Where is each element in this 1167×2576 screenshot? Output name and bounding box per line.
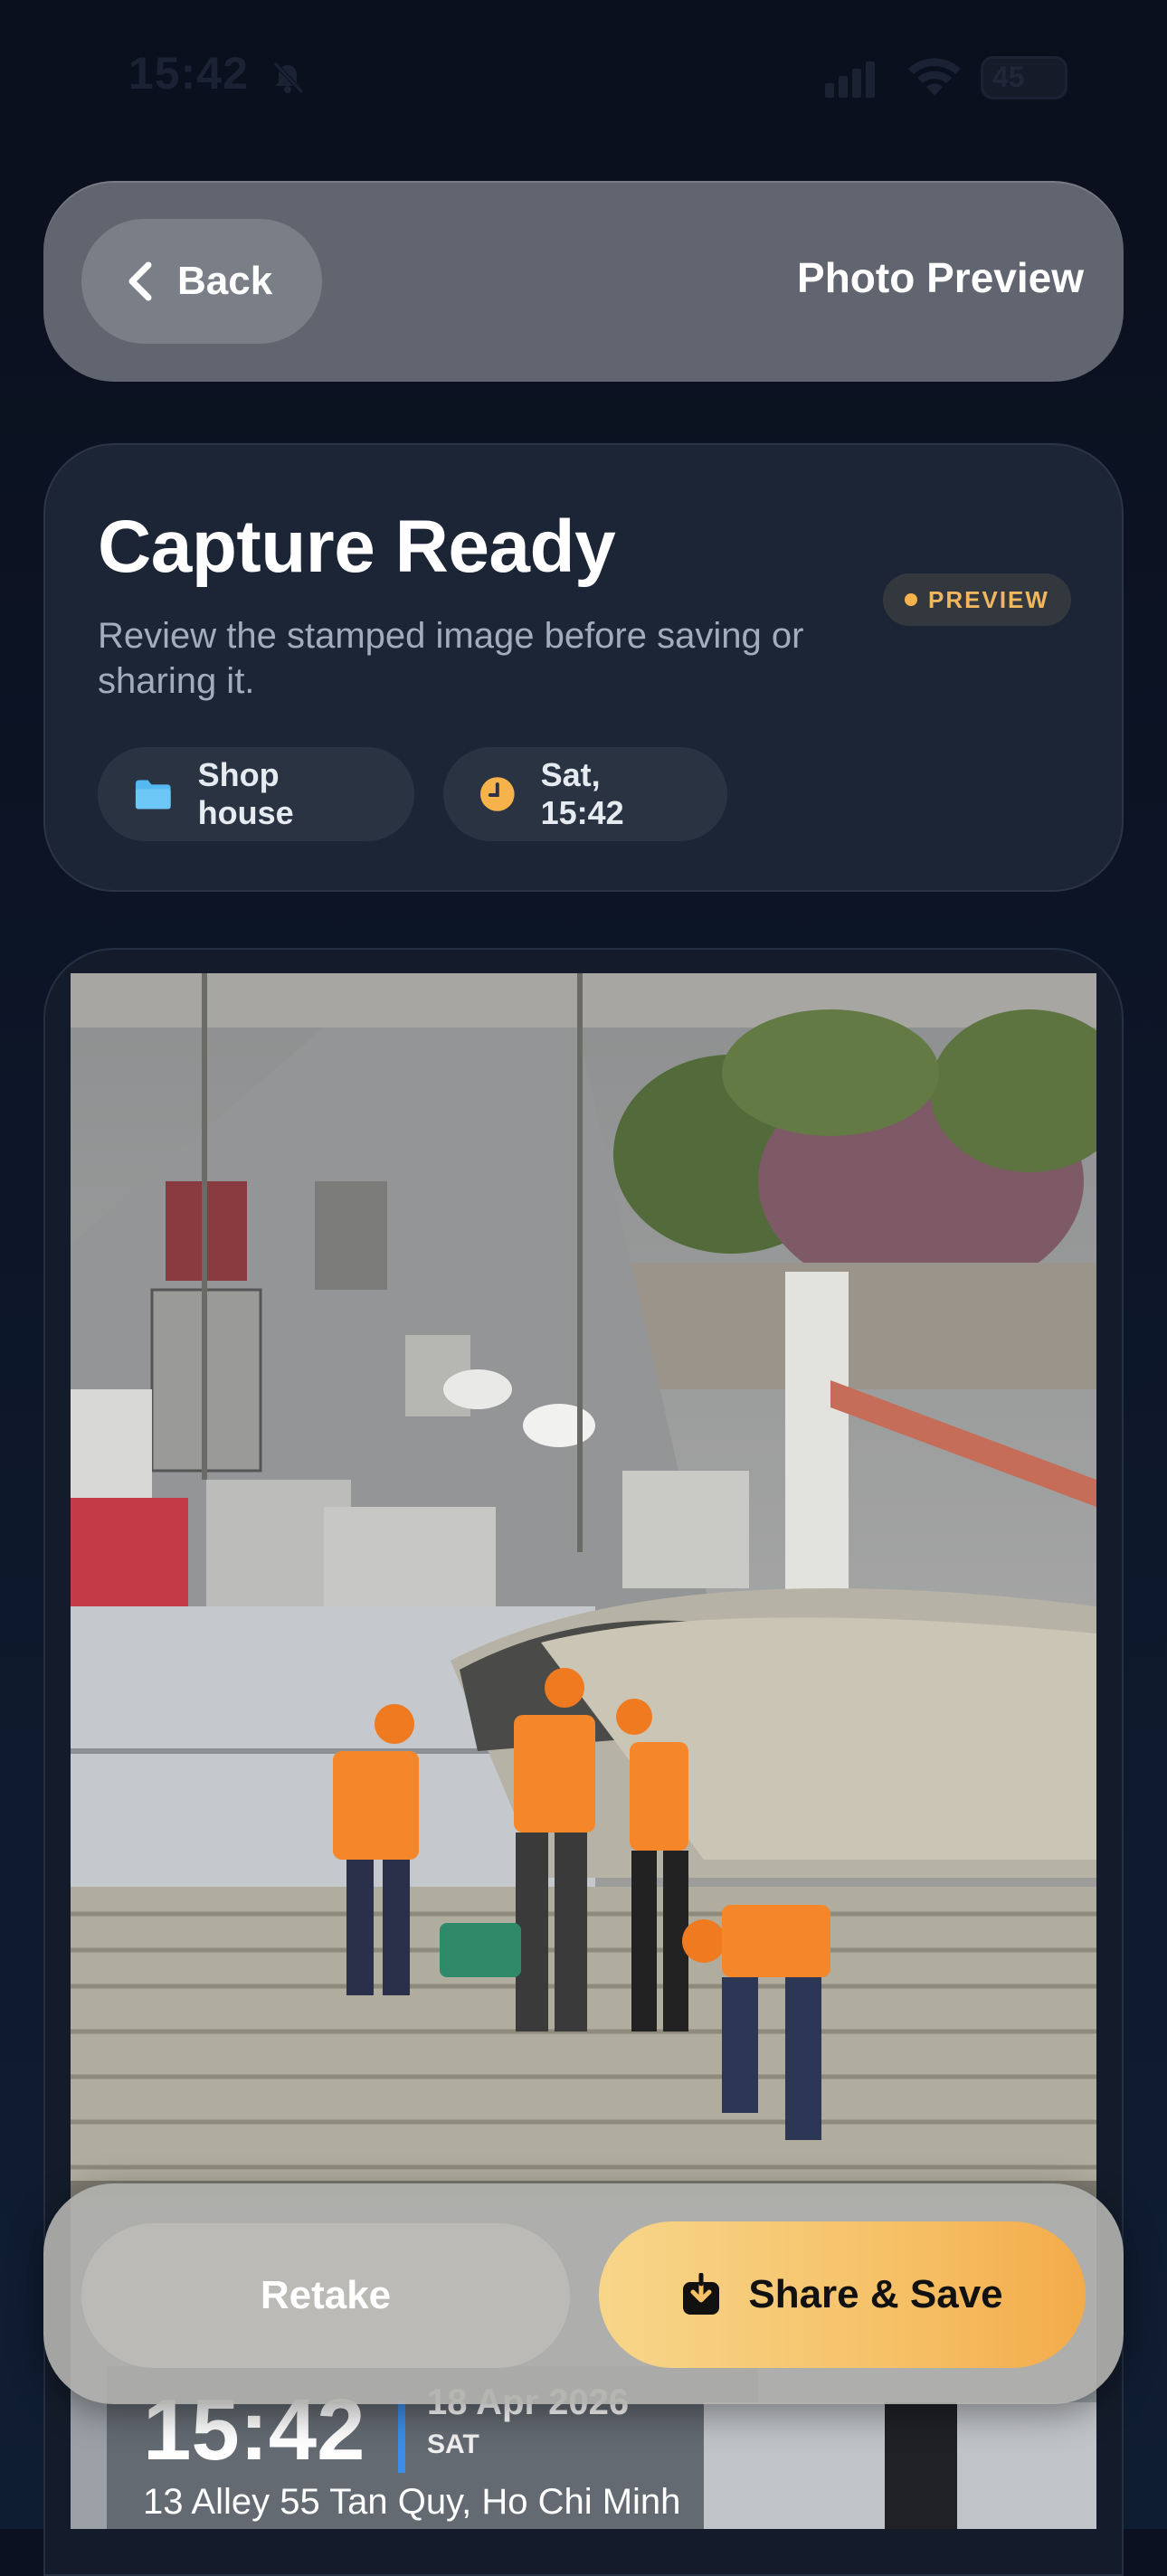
time-chip[interactable]: Sat, 15:42: [443, 747, 727, 841]
capture-time: Sat, 15:42: [540, 756, 624, 831]
status-bar: 15:42 45: [0, 0, 1167, 154]
top-navigation-bar: Back Photo Preview: [43, 181, 1124, 382]
bottom-action-bar: Retake Share & Save: [43, 2183, 1124, 2404]
share-save-label: Share & Save: [748, 2272, 1003, 2316]
folder-icon: [135, 780, 171, 810]
folder-chip[interactable]: Shop house: [98, 747, 414, 841]
wifi-icon: [908, 58, 961, 96]
battery-icon: 45: [981, 56, 1067, 99]
share-save-button[interactable]: Share & Save: [599, 2221, 1086, 2368]
battery-level: 45: [992, 61, 1025, 93]
preview-badge: PREVIEW: [883, 573, 1071, 626]
stamp-address: 13 Alley 55 Tan Quy, Ho Chi Minh: [143, 2482, 681, 2522]
back-button[interactable]: Back: [81, 219, 322, 344]
back-label: Back: [177, 259, 273, 303]
folder-name: Shop house: [197, 756, 294, 831]
retake-button[interactable]: Retake: [81, 2223, 570, 2368]
retake-label: Retake: [260, 2273, 392, 2317]
status-time: 15:42: [128, 48, 249, 99]
capture-info-card: Capture Ready Review the stamped image b…: [43, 443, 1124, 892]
signal-icon: [825, 62, 875, 98]
capture-description: Review the stamped image before saving o…: [98, 616, 804, 701]
stamp-divider: [398, 2401, 405, 2473]
download-icon: [683, 2273, 720, 2315]
clock-icon: [479, 777, 515, 811]
badge-dot: [905, 593, 918, 606]
bell-slash-icon: [273, 62, 304, 94]
badge-label: PREVIEW: [928, 585, 1049, 613]
page-title: Photo Preview: [797, 254, 1084, 301]
stamp-day: SAT: [427, 2429, 479, 2459]
chevron-left-icon: [128, 261, 152, 301]
capture-title: Capture Ready: [98, 506, 616, 588]
